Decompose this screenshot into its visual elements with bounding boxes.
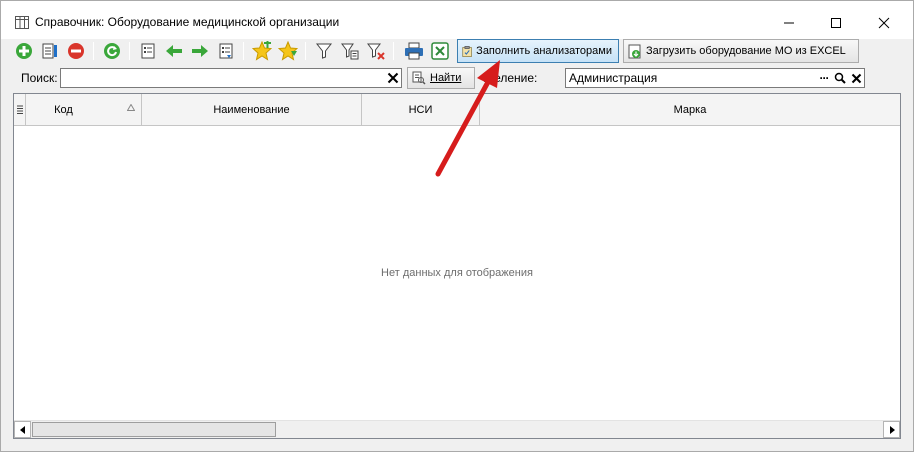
sort-ascending-icon [127,104,135,111]
star-add-button[interactable] [251,40,273,62]
department-label: тделение: [482,71,538,85]
load-excel-button[interactable]: Загрузить оборудование МО из EXCEL [623,39,859,63]
close-icon [878,17,890,29]
star-down-button[interactable] [277,40,299,62]
search-row: Поиск: Найти тделение: Администрация ··· [9,67,907,89]
close-icon [387,72,399,84]
refresh-icon [104,43,120,59]
more-icon: ··· [819,71,830,85]
filter-icon [315,43,333,59]
app-window: Справочник: Оборудование медицинской орг… [0,0,914,452]
scroll-right-button[interactable] [883,421,900,438]
column-header-label: НСИ [408,103,433,116]
add-button[interactable] [13,40,35,62]
fill-analyzers-label: Заполнить анализаторами [476,45,612,57]
triangle-left-icon [19,425,25,434]
back-button[interactable] [163,40,185,62]
toolbar-separator [93,42,94,60]
filter-button[interactable] [313,40,335,62]
filter-edit-button[interactable] [339,40,361,62]
maximize-icon [831,18,841,28]
department-browse-button[interactable]: ··· [817,70,831,86]
grid-header: Код Наименование НСИ Марка [14,94,900,126]
find-label: Найти [430,72,462,84]
title-bar: Справочник: Оборудование медицинской орг… [1,1,913,39]
add-icon [16,43,32,59]
table-icon [15,16,29,29]
forward-button[interactable] [189,40,211,62]
toolbar-separator [393,42,394,60]
empty-message: Нет данных для отображения [381,267,533,279]
filter-clear-icon [367,43,385,60]
minimize-icon [784,22,794,24]
star-add-icon [252,41,272,61]
column-header-nsi[interactable]: НСИ [362,94,480,125]
find-icon [412,71,426,85]
close-icon [851,73,861,83]
view-icon [141,43,155,59]
minimize-button[interactable] [777,11,801,35]
column-header-brand[interactable]: Марка [480,94,900,125]
horizontal-scrollbar[interactable] [14,420,900,438]
toolbar-separator [243,42,244,60]
toolbar: Заполнить анализаторами Загрузить оборуд… [9,39,907,65]
arrow-left-icon [166,45,182,57]
view-alt-icon [219,43,233,59]
edit-icon [42,43,57,59]
column-chooser-button[interactable] [14,94,26,125]
clear-search-button[interactable] [385,70,401,86]
department-search-button[interactable] [833,70,847,86]
excel-load-icon [628,44,641,58]
toolbar-separator [305,42,306,60]
column-chooser-icon [16,105,23,114]
excel-icon [431,42,449,60]
search-icon [834,72,846,84]
load-excel-label: Загрузить оборудование МО из EXCEL [646,45,846,57]
view-button[interactable] [137,40,159,62]
filter-edit-icon [341,43,359,60]
print-icon [405,42,423,60]
window-title: Справочник: Оборудование медицинской орг… [35,15,340,29]
toolbar-separator [129,42,130,60]
refresh-button[interactable] [101,40,123,62]
data-grid[interactable]: Код Наименование НСИ Марка Нет данных дл… [13,93,901,439]
search-label: Поиск: [21,71,58,85]
edit-button[interactable] [39,40,61,62]
fill-analyzers-button[interactable]: Заполнить анализаторами [457,39,619,63]
search-input[interactable] [60,68,402,88]
arrow-right-icon [192,45,208,57]
print-button[interactable] [403,40,425,62]
department-clear-button[interactable] [849,70,863,86]
filter-clear-button[interactable] [365,40,387,62]
delete-button[interactable] [65,40,87,62]
column-header-code[interactable]: Код [26,94,142,125]
clipboard-icon [462,45,472,57]
scroll-left-button[interactable] [14,421,31,438]
star-down-icon [278,41,298,61]
scroll-thumb[interactable] [32,422,276,437]
excel-button[interactable] [429,40,451,62]
column-header-label: Код [54,103,73,116]
column-header-label: Наименование [213,103,290,116]
close-button[interactable] [872,11,896,35]
delete-icon [68,43,84,59]
view-alt-button[interactable] [215,40,237,62]
maximize-button[interactable] [824,11,848,35]
triangle-right-icon [889,425,895,434]
find-button[interactable]: Найти [407,67,475,89]
column-header-name[interactable]: Наименование [142,94,362,125]
column-header-label: Марка [673,103,707,116]
